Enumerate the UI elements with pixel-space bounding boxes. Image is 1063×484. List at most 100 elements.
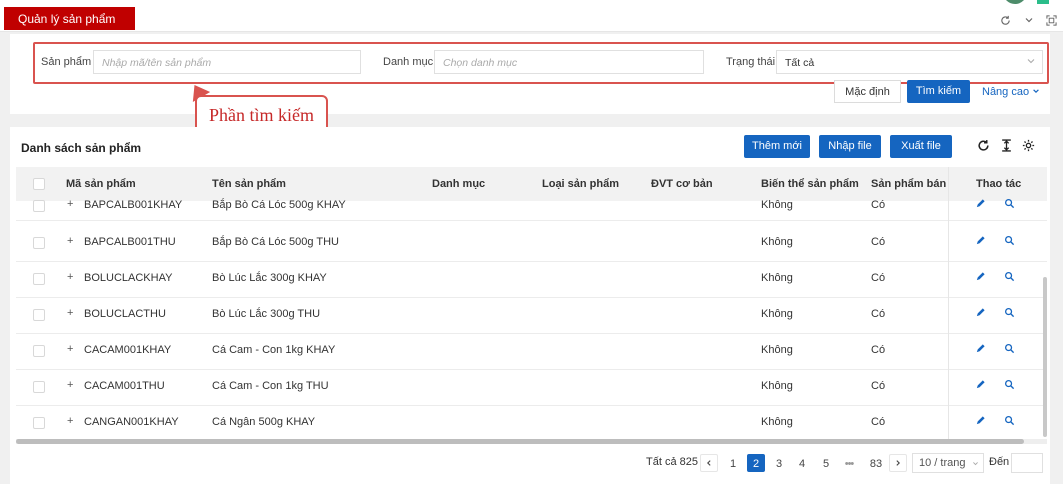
select-all-checkbox[interactable] [33,178,45,190]
cell-sellable: Có [871,308,886,320]
row-checkbox[interactable] [33,309,45,321]
status-label: Trạng thái [726,56,776,68]
page-3[interactable]: 3 [770,454,788,472]
col-product-name[interactable]: Tên sản phẩm [212,178,286,190]
cell-name: Cá Cam - Con 1kg KHAY [212,344,336,356]
default-button[interactable]: Mặc định [834,80,901,103]
table-row[interactable]: + CANGAN001KHAY Cá Ngân 500g KHAY Không … [16,406,1047,439]
category-label: Danh mục [383,56,434,68]
cell-code: CACAM001THU [84,380,165,392]
cell-code: BOLUCLACTHU [84,308,166,320]
cell-code: BOLUCLACKHAY [84,272,173,284]
row-checkbox[interactable] [33,237,45,249]
cell-variant: Không [761,380,793,392]
row-checkbox[interactable] [33,200,45,212]
cell-name: Bò Lúc Lắc 300g THU [212,308,321,320]
horizontal-scrollbar[interactable] [16,439,1047,444]
settings-icon[interactable] [1020,139,1036,155]
prev-page-button[interactable] [700,454,718,472]
product-search-input[interactable]: Nhập mã/tên sản phẩm [93,50,361,74]
expand-row-icon[interactable]: + [67,415,77,427]
expand-row-icon[interactable]: + [67,379,77,391]
page-ellipsis[interactable]: ••• [840,454,858,472]
cell-code: BAPCALB001KHAY [84,199,183,211]
horizontal-scroll-thumb[interactable] [16,439,1024,444]
col-variant[interactable]: Biến thể sản phẩm [761,178,859,190]
refresh-icon[interactable] [994,10,1017,30]
cell-code: CANGAN001KHAY [84,416,179,428]
chevron-right-icon [896,460,900,466]
import-file-button[interactable]: Nhập file [819,135,881,158]
page-1[interactable]: 1 [724,454,742,472]
vertical-scroll-thumb[interactable] [1043,277,1047,437]
total-count: Tất cả 825 [646,456,698,468]
chevron-left-icon [707,460,711,466]
col-sellable[interactable]: Sản phẩm bán [871,178,946,190]
page-last[interactable]: 83 [865,454,887,472]
cell-sellable: Có [871,236,886,248]
table-row[interactable]: + BOLUCLACKHAY Bò Lúc Lắc 300g KHAY Khôn… [16,262,1047,298]
cell-variant: Không [761,199,793,211]
col-category[interactable]: Danh mục [432,178,485,190]
cell-code: BAPCALB001THU [84,236,176,248]
expand-row-icon[interactable]: + [67,307,77,319]
table-row[interactable]: + CACAM001THU Cá Cam - Con 1kg THU Không… [16,370,1047,406]
table-row[interactable]: + BAPCALB001THU Bắp Bò Cá Lóc 500g THU K… [16,226,1047,262]
cell-sellable: Có [871,272,886,284]
row-checkbox[interactable] [33,417,45,429]
avatar[interactable] [1003,0,1027,4]
status-select[interactable]: Tất cả [776,50,1043,74]
col-product-code[interactable]: Mã sản phẩm [66,178,136,190]
page-5[interactable]: 5 [817,454,835,472]
goto-page-input[interactable] [1011,453,1043,473]
cell-variant: Không [761,272,793,284]
chevron-down-icon [973,462,978,466]
status-value: Tất cả [785,57,815,69]
cell-name: Bắp Bò Cá Lóc 500g THU [212,236,339,248]
top-icons [994,10,1063,30]
expand-row-icon[interactable]: + [67,271,77,283]
page-4[interactable]: 4 [793,454,811,472]
cell-variant: Không [761,416,793,428]
cell-variant: Không [761,344,793,356]
col-base-unit[interactable]: ĐVT cơ bản [651,178,713,190]
goto-label: Đến [989,456,1010,468]
chevron-down-icon [1026,56,1036,69]
cell-name: Cá Ngân 500g KHAY [212,416,316,428]
cell-name: Cá Cam - Con 1kg THU [212,380,329,392]
expand-row-icon[interactable]: + [67,343,77,355]
advanced-link-label: Nâng cao [982,86,1030,98]
list-title: Danh sách sản phẩm [21,141,142,155]
expand-row-icon[interactable]: + [67,198,77,210]
page-size-value: 10 / trang [919,457,966,469]
category-select[interactable]: Chọn danh mục [434,50,704,74]
expand-row-icon[interactable]: + [67,235,77,247]
row-checkbox[interactable] [33,381,45,393]
cell-variant: Không [761,308,793,320]
cell-sellable: Có [871,416,886,428]
column-height-icon[interactable] [998,139,1014,155]
table-row[interactable]: + BAPCALB001KHAY Bắp Bò Cá Lóc 500g KHAY… [16,193,1047,221]
page-tab-title[interactable]: Quản lý sản phẩm [4,7,135,30]
category-placeholder: Chọn danh mục [443,57,518,69]
search-button[interactable]: Tìm kiếm [907,80,970,103]
export-file-button[interactable]: Xuất file [890,135,952,158]
cell-sellable: Có [871,380,886,392]
next-page-button[interactable] [889,454,907,472]
product-label: Sản phẩm [41,56,92,68]
page-2[interactable]: 2 [747,454,765,472]
add-new-button[interactable]: Thêm mới [744,135,810,158]
top-bar: Quản lý sản phẩm [0,0,1063,32]
col-product-type[interactable]: Loại sản phẩm [542,178,619,190]
expand-icon[interactable] [1040,10,1063,30]
chevron-down-icon [1033,89,1039,94]
row-checkbox[interactable] [33,273,45,285]
cell-sellable: Có [871,344,886,356]
table-row[interactable]: + BOLUCLACTHU Bò Lúc Lắc 300g THU Không … [16,298,1047,334]
page-size-select[interactable]: 10 / trang [912,453,984,473]
chevron-down-icon[interactable] [1017,10,1040,30]
row-checkbox[interactable] [33,345,45,357]
reload-icon[interactable] [975,139,991,155]
advanced-search-link[interactable]: Nâng cao [982,86,1040,98]
table-row[interactable]: + CACAM001KHAY Cá Cam - Con 1kg KHAY Khô… [16,334,1047,370]
